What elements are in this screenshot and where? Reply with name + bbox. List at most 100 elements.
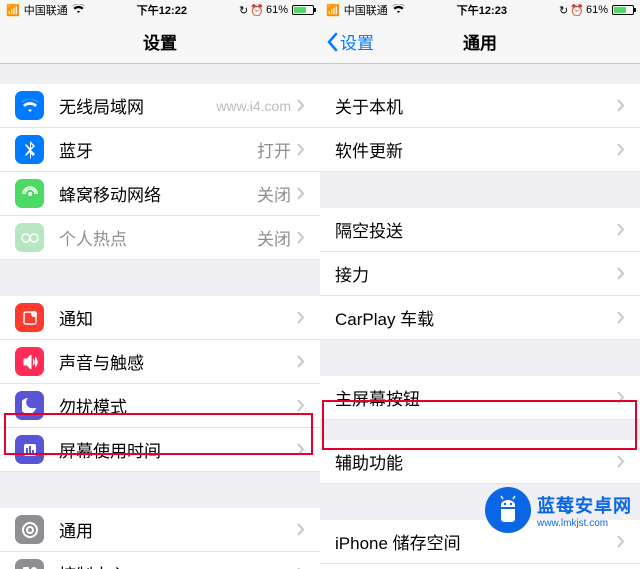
chevron-right-icon [297, 311, 305, 324]
bluetooth-icon [15, 135, 44, 164]
row-control-center[interactable]: 控制中心 [0, 552, 320, 569]
chevron-right-icon [297, 523, 305, 536]
brand-name: 蓝莓安卓网 [537, 492, 632, 518]
row-dnd[interactable]: 勿扰模式 [0, 384, 320, 428]
chevron-right-icon [617, 391, 625, 404]
row-label: 隔空投送 [335, 217, 617, 242]
spacer [320, 64, 640, 84]
row-label: 勿扰模式 [59, 393, 297, 418]
status-bar: 📶 中国联通 下午12:22 ↻ ⏰ 61% [0, 0, 320, 20]
row-value: 关闭 [257, 181, 291, 206]
row-label: 关于本机 [335, 93, 617, 118]
general-list-2: 隔空投送 接力 CarPlay 车载 [320, 208, 640, 340]
row-bluetooth[interactable]: 蓝牙 打开 [0, 128, 320, 172]
row-home-button[interactable]: 主屏幕按钮 [320, 376, 640, 420]
row-label: 声音与触感 [59, 349, 297, 374]
row-label: CarPlay 车载 [335, 305, 617, 330]
alarm-icon: ⏰ [570, 4, 584, 17]
wifi-icon [392, 4, 405, 17]
row-software-update[interactable]: 软件更新 [320, 128, 640, 172]
alarm-icon: ⏰ [250, 4, 264, 17]
row-accessibility[interactable]: 辅助功能 [320, 440, 640, 484]
battery-icon [290, 5, 314, 15]
cellular-icon [15, 179, 44, 208]
loop-icon: ↻ [559, 4, 568, 17]
chevron-right-icon [617, 223, 625, 236]
gear-icon [15, 515, 44, 544]
settings-list-2: 通知 声音与触感 勿扰模式 屏幕使用时间 [0, 296, 320, 472]
control-center-icon [15, 559, 44, 569]
spacer [320, 340, 640, 376]
general-list-4: 辅助功能 [320, 440, 640, 484]
status-bar: 📶 中国联通 下午12:23 ↻ ⏰ 61% [320, 0, 640, 20]
row-handoff[interactable]: 接力 [320, 252, 640, 296]
chevron-right-icon [617, 455, 625, 468]
row-label: 主屏幕按钮 [335, 385, 617, 410]
screentime-icon [15, 435, 44, 464]
chevron-right-icon [297, 99, 305, 112]
dnd-icon [15, 391, 44, 420]
sounds-icon [15, 347, 44, 376]
row-bg-refresh[interactable]: 后台应用刷新 [320, 564, 640, 569]
row-sounds[interactable]: 声音与触感 [0, 340, 320, 384]
wifi-icon [15, 91, 44, 120]
notifications-icon [15, 303, 44, 332]
chevron-right-icon [617, 535, 625, 548]
row-label: 个人热点 [59, 225, 257, 250]
row-wifi[interactable]: 无线局域网 www.i4.com [0, 84, 320, 128]
brand-logo: 蓝莓安卓网 www.lmkjst.com [485, 487, 632, 533]
row-about[interactable]: 关于本机 [320, 84, 640, 128]
spacer [320, 420, 640, 440]
loop-icon: ↻ [239, 4, 248, 17]
brand-url: www.lmkjst.com [537, 518, 632, 529]
carrier: 中国联通 [344, 2, 388, 18]
row-label: 接力 [335, 261, 617, 286]
row-carplay[interactable]: CarPlay 车载 [320, 296, 640, 340]
battery-icon [610, 5, 634, 15]
row-airdrop[interactable]: 隔空投送 [320, 208, 640, 252]
row-label: 蜂窝移动网络 [59, 181, 257, 206]
row-label: 无线局域网 [59, 93, 216, 118]
row-label: 通用 [59, 517, 297, 542]
row-label: 蓝牙 [59, 137, 257, 162]
signal-icon: 📶 [326, 4, 340, 17]
row-label: 软件更新 [335, 137, 617, 162]
spacer [0, 260, 320, 296]
signal-icon: 📶 [6, 4, 20, 17]
row-label: 屏幕使用时间 [59, 437, 297, 462]
row-value: 关闭 [257, 225, 291, 250]
status-time: 下午12:23 [405, 2, 559, 18]
row-cellular[interactable]: 蜂窝移动网络 关闭 [0, 172, 320, 216]
row-label: 控制中心 [59, 561, 297, 569]
chevron-right-icon [297, 187, 305, 200]
row-notifications[interactable]: 通知 [0, 296, 320, 340]
chevron-right-icon [297, 443, 305, 456]
spacer [0, 64, 320, 84]
chevron-right-icon [297, 399, 305, 412]
settings-list: 无线局域网 www.i4.com 蓝牙 打开 蜂窝移动网络 关闭 个人热点 关闭 [0, 84, 320, 260]
page-title: 通用 [320, 29, 640, 54]
status-time: 下午12:22 [85, 2, 239, 18]
settings-list-3: 通用 控制中心 AA 显示与亮度 墙纸 [0, 508, 320, 569]
chevron-right-icon [297, 231, 305, 244]
hotspot-icon [15, 223, 44, 252]
spacer [320, 172, 640, 208]
page-title: 设置 [0, 29, 320, 54]
battery-pct: 61% [266, 4, 288, 16]
chevron-right-icon [617, 267, 625, 280]
row-general[interactable]: 通用 [0, 508, 320, 552]
row-screentime[interactable]: 屏幕使用时间 [0, 428, 320, 472]
chevron-right-icon [617, 99, 625, 112]
phone-settings: 📶 中国联通 下午12:22 ↻ ⏰ 61% 设置 无线局域网 www.i4.c… [0, 0, 320, 569]
chevron-right-icon [297, 143, 305, 156]
chevron-right-icon [617, 311, 625, 324]
carrier: 中国联通 [24, 2, 68, 18]
phone-general: 📶 中国联通 下午12:23 ↻ ⏰ 61% 设置 通用 关于本机 软件更新 [320, 0, 640, 569]
nav-bar: 设置 通用 [320, 20, 640, 64]
row-value: 打开 [257, 137, 291, 162]
row-label: 辅助功能 [335, 449, 617, 474]
nav-bar: 设置 [0, 20, 320, 64]
watermark: www.i4.com [216, 98, 291, 114]
row-hotspot[interactable]: 个人热点 关闭 [0, 216, 320, 260]
chevron-right-icon [297, 355, 305, 368]
